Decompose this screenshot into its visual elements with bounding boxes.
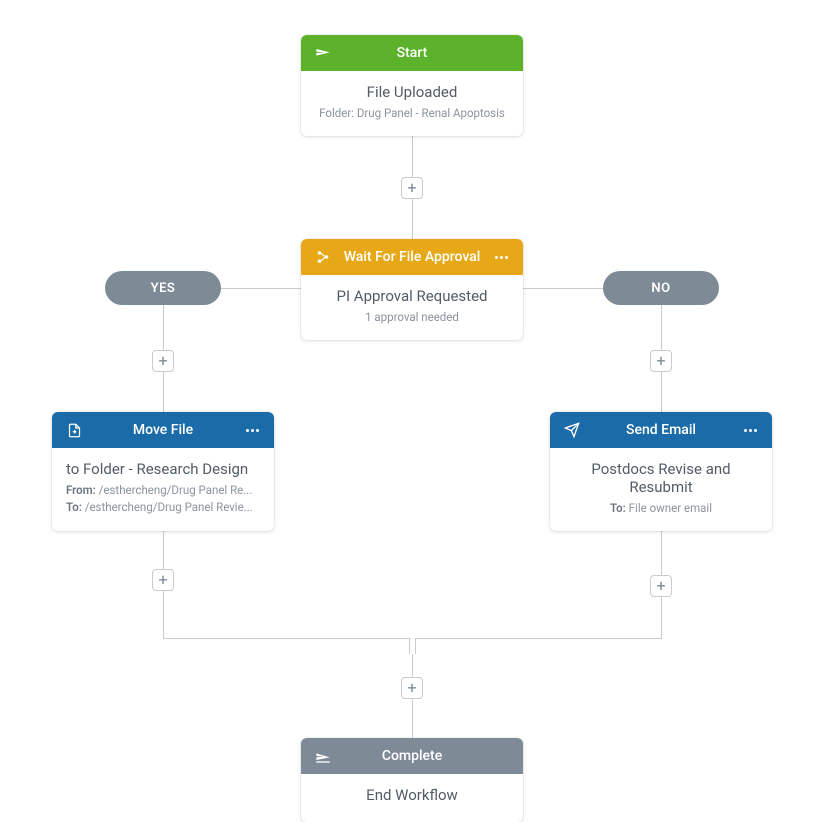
node-move-file[interactable]: Move File to Folder - Research Design Fr…: [52, 412, 274, 531]
node-approval-title: PI Approval Requested: [315, 287, 509, 305]
plus-icon: +: [407, 180, 416, 196]
add-step-after-move[interactable]: +: [152, 569, 174, 591]
node-complete-header: Complete: [301, 738, 523, 774]
node-start-body: File Uploaded Folder: Drug Panel - Renal…: [301, 71, 523, 136]
node-move-menu[interactable]: [242, 429, 262, 432]
node-approval[interactable]: Wait For File Approval PI Approval Reque…: [301, 239, 523, 340]
node-move-to: To: /esthercheng/Drug Panel Revie...: [66, 499, 260, 516]
branch-no-label: NO: [651, 281, 670, 296]
node-email-body: Postdocs Revise and Resubmit To: File ow…: [550, 448, 772, 531]
node-send-email[interactable]: Send Email Postdocs Revise and Resubmit …: [550, 412, 772, 531]
plane-icon: [313, 45, 333, 61]
node-email-to: To: File owner email: [564, 500, 758, 517]
node-complete-header-label: Complete: [333, 748, 511, 764]
node-approval-header: Wait For File Approval: [301, 239, 523, 275]
node-move-from: From: /esthercheng/Drug Panel Re...: [66, 482, 260, 499]
node-approval-body: PI Approval Requested 1 approval needed: [301, 275, 523, 340]
node-move-header: Move File: [52, 412, 274, 448]
node-move-body: to Folder - Research Design From: /esthe…: [52, 448, 274, 531]
node-start-header-label: Start: [333, 45, 511, 61]
node-approval-sub: 1 approval needed: [315, 309, 509, 326]
plus-icon: +: [656, 578, 665, 594]
node-email-header: Send Email: [550, 412, 772, 448]
add-step-no-branch[interactable]: +: [650, 350, 672, 372]
node-complete-title: End Workflow: [315, 786, 509, 804]
plus-icon: +: [158, 353, 167, 369]
node-move-title: to Folder - Research Design: [66, 460, 260, 478]
node-start[interactable]: Start File Uploaded Folder: Drug Panel -…: [301, 35, 523, 136]
plus-icon: +: [158, 572, 167, 588]
node-email-header-label: Send Email: [582, 422, 740, 438]
add-step-yes-branch[interactable]: +: [152, 350, 174, 372]
plus-icon: +: [656, 353, 665, 369]
branch-icon: [313, 250, 333, 264]
branch-yes-label: YES: [151, 281, 176, 296]
node-approval-header-label: Wait For File Approval: [333, 249, 491, 265]
node-approval-menu[interactable]: [491, 256, 511, 259]
node-complete[interactable]: Complete End Workflow: [301, 738, 523, 822]
node-move-header-label: Move File: [84, 422, 242, 438]
add-step-before-complete[interactable]: +: [401, 677, 423, 699]
branch-no: NO: [603, 271, 719, 305]
branch-yes: YES: [105, 271, 221, 305]
file-move-icon: [64, 423, 84, 438]
add-step-after-start[interactable]: +: [401, 177, 423, 199]
plus-icon: +: [407, 680, 416, 696]
plane-landing-icon: [313, 748, 333, 764]
node-email-title: Postdocs Revise and Resubmit: [564, 460, 758, 496]
add-step-after-email[interactable]: +: [650, 575, 672, 597]
node-start-title: File Uploaded: [315, 83, 509, 101]
node-complete-body: End Workflow: [301, 774, 523, 822]
node-start-sub: Folder: Drug Panel - Renal Apoptosis: [315, 105, 509, 122]
mail-send-icon: [562, 422, 582, 438]
node-email-menu[interactable]: [740, 429, 760, 432]
node-start-header: Start: [301, 35, 523, 71]
